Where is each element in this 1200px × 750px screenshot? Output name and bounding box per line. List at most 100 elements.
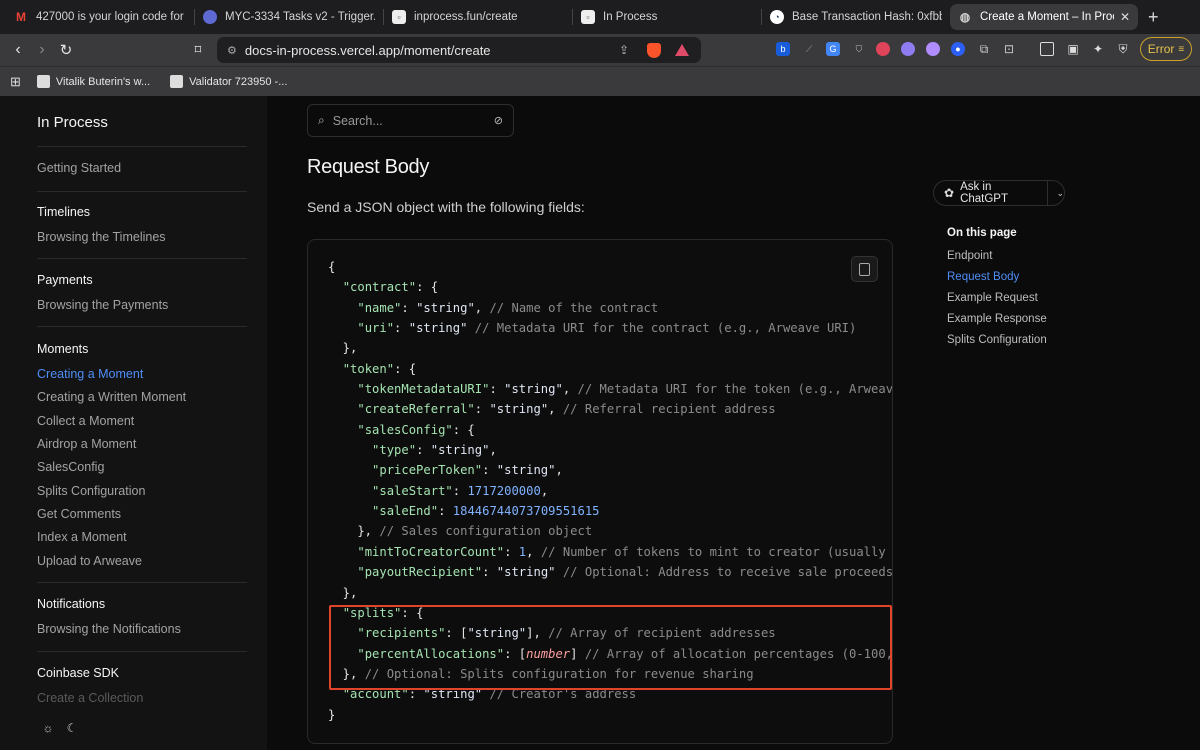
code-block: { "contract": { "name": "string", // Nam… [307, 239, 893, 744]
divider [37, 191, 247, 192]
section-heading-payments: Payments [37, 273, 93, 287]
bookmark-item[interactable]: Vitalik Buterin's w... [36, 75, 151, 88]
sidebar-item-creating-written-moment[interactable]: Creating a Written Moment [37, 390, 186, 404]
divider [37, 582, 247, 583]
ask-chatgpt-label: Ask in ChatGPT [960, 181, 1008, 205]
menu-icon: ≡ [1178, 43, 1185, 55]
globe-icon: ◍ [959, 10, 971, 24]
docs-sidebar: In Process Getting Started Timelines Bro… [0, 96, 267, 750]
wallet-icon[interactable]: ▣ [1066, 42, 1080, 56]
share-icon[interactable]: ⇪ [619, 43, 629, 57]
chatgpt-icon: ✿ [944, 186, 955, 200]
screenshot-icon[interactable]: ⊡ [1002, 42, 1016, 56]
sun-icon[interactable]: ☼ [43, 721, 54, 735]
divider [1047, 180, 1049, 206]
tab-title: inprocess.fun/create [414, 11, 518, 23]
ai-search-icon[interactable]: ⊘ [494, 114, 503, 127]
sidebar-item-index-moment[interactable]: Index a Moment [37, 530, 127, 544]
shield-extension-icon[interactable]: ⛉ [852, 42, 866, 56]
highlight-box [329, 605, 892, 690]
basescan-icon: ◔ [770, 10, 784, 24]
bookmark-label: Validator 723950 -... [189, 75, 288, 88]
page-heading: Request Body [307, 156, 430, 178]
page-icon: ▫ [581, 10, 595, 24]
ask-chatgpt-button[interactable]: ✿ Ask in ChatGPT ⌄ [933, 180, 1065, 206]
brave-rewards-icon[interactable] [675, 44, 689, 56]
toc-item-endpoint[interactable]: Endpoint [947, 250, 992, 262]
tab-title: Base Transaction Hash: 0xfbbc [792, 11, 942, 23]
error-label: Error [1147, 42, 1175, 56]
intro-paragraph: Send a JSON object with the following fi… [307, 199, 585, 215]
browser-tab[interactable]: ▫ inprocess.fun/create [384, 4, 572, 30]
address-bar[interactable]: ⚙ docs-in-process.vercel.app/moment/crea… [217, 37, 701, 63]
sidebar-item-timelines[interactable]: Browsing the Timelines [37, 230, 166, 244]
forward-icon[interactable]: › [30, 41, 54, 59]
url-text: docs-in-process.vercel.app/moment/create [244, 42, 491, 58]
vpn-icon[interactable]: ⛨ [1116, 42, 1130, 56]
browser-tab[interactable]: ◔ Base Transaction Hash: 0xfbbc [762, 4, 950, 30]
sidebar-item-collect-moment[interactable]: Collect a Moment [37, 414, 134, 428]
translate-icon[interactable]: G [826, 42, 840, 56]
error-button[interactable]: Error ≡ [1140, 37, 1192, 61]
bookmark-icon[interactable]: ⌑ [186, 42, 210, 58]
bookmark-item[interactable]: Validator 723950 -... [170, 75, 287, 88]
strawberry-extension-icon[interactable] [876, 42, 890, 56]
sidebar-item-salesconfig[interactable]: SalesConfig [37, 460, 104, 474]
sidebar-item-payments[interactable]: Browsing the Payments [37, 298, 168, 312]
sidebar-item-splits-configuration[interactable]: Splits Configuration [37, 484, 145, 498]
section-heading-moments: Moments [37, 342, 89, 356]
extensions-puzzle-icon[interactable]: ⧉ [977, 42, 991, 56]
sidebar-item-create-collection[interactable]: Create a Collection [37, 691, 143, 705]
tab-title: MYC-3334 Tasks v2 - Trigger.d [225, 11, 375, 23]
section-heading-timelines: Timelines [37, 205, 91, 219]
linear-icon [203, 10, 217, 24]
section-heading-coinbase-sdk: Coinbase SDK [37, 666, 119, 680]
moon-icon[interactable]: ☾ [67, 721, 78, 735]
toc-item-example-response[interactable]: Example Response [947, 313, 1047, 325]
cloud-extension-icon[interactable] [901, 42, 915, 56]
coinbase-extension-icon[interactable]: ● [951, 42, 965, 56]
divider [37, 258, 247, 259]
validator-bookmark-icon [170, 75, 184, 88]
apps-grid-icon[interactable]: ⊞ [10, 74, 21, 90]
close-tab-icon[interactable]: ✕ [1120, 10, 1130, 24]
toc-item-splits-configuration[interactable]: Splits Configuration [947, 334, 1047, 346]
browser-tab[interactable]: ▫ In Process [573, 4, 761, 30]
chevron-down-icon[interactable]: ⌄ [1056, 188, 1064, 199]
main-content: ⌕ Search... ⊘ Request Body Send a JSON o… [267, 96, 1200, 750]
new-tab-icon[interactable]: + [1148, 7, 1159, 28]
back-icon[interactable]: ‹ [6, 41, 30, 59]
pen-extension-icon[interactable]: ⟋ [802, 42, 816, 56]
theme-toggle[interactable]: ☼ ☾ [36, 718, 84, 738]
bookmark-label: Vitalik Buterin's w... [55, 75, 151, 88]
bitwarden-icon[interactable]: b [776, 42, 790, 56]
gmail-icon: M [16, 10, 26, 24]
sidebar-item-notifications[interactable]: Browsing the Notifications [37, 622, 181, 636]
browser-toolbar: ‹ › ↻ ⌑ ⚙ docs-in-process.vercel.app/mom… [0, 34, 1200, 66]
divider [37, 146, 247, 147]
toc-item-example-request[interactable]: Example Request [947, 292, 1038, 304]
browser-tab[interactable]: MYC-3334 Tasks v2 - Trigger.d [195, 4, 383, 30]
browser-tab[interactable]: M 427000 is your login code for In [6, 4, 194, 30]
site-logo[interactable]: In Process [37, 114, 108, 131]
search-input[interactable]: ⌕ Search... ⊘ [307, 104, 514, 137]
wallet-extension-icon[interactable] [926, 42, 940, 56]
sidebar-item-creating-a-moment[interactable]: Creating a Moment [37, 367, 143, 381]
sidebar-item-getting-started[interactable]: Getting Started [37, 161, 121, 175]
brave-shield-icon[interactable] [647, 42, 661, 58]
divider [37, 651, 247, 652]
sidebar-item-upload-arweave[interactable]: Upload to Arweave [37, 554, 142, 568]
toc-item-request-body[interactable]: Request Body [947, 271, 1019, 283]
sidebar-item-airdrop-moment[interactable]: Airdrop a Moment [37, 437, 136, 451]
leo-ai-icon[interactable]: ✦ [1091, 42, 1105, 56]
browser-tab-active[interactable]: ◍ Create a Moment – In Proce ✕ [950, 4, 1138, 30]
site-info-icon[interactable]: ⚙ [227, 44, 237, 57]
reload-icon[interactable]: ↻ [54, 41, 78, 59]
search-placeholder: Search... [332, 113, 383, 128]
sidebar-toggle-icon[interactable] [1040, 42, 1054, 56]
section-heading-notifications: Notifications [37, 597, 106, 611]
browser-tab-bar: M 427000 is your login code for In MYC-3… [0, 0, 1200, 34]
sidebar-item-get-comments[interactable]: Get Comments [37, 507, 121, 521]
tab-title: 427000 is your login code for In [36, 11, 186, 23]
tab-title: In Process [603, 11, 658, 23]
